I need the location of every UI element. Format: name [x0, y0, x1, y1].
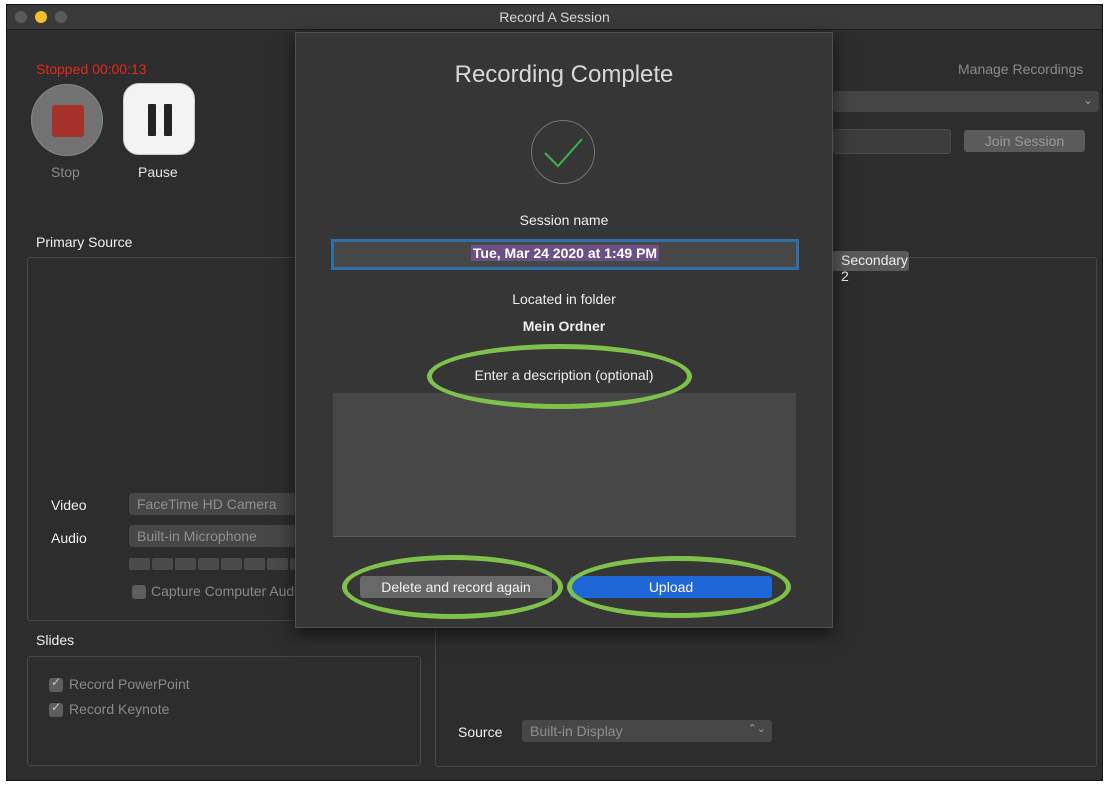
record-powerpoint-checkbox[interactable]: ✓ [49, 675, 63, 692]
record-powerpoint-label: Record PowerPoint [69, 676, 190, 692]
folder-name: Mein Ordner [522, 318, 606, 334]
timer-text: 00:00:13 [92, 61, 147, 77]
dialog-title: Recording Complete [454, 61, 674, 88]
pause-button[interactable] [123, 83, 195, 155]
status-text: Stopped [36, 61, 89, 77]
join-session-button[interactable]: Join Session [964, 130, 1085, 152]
stop-icon [52, 105, 84, 137]
record-keynote-checkbox[interactable]: ✓ [49, 700, 63, 717]
record-keynote-label: Record Keynote [69, 701, 170, 717]
video-select[interactable]: FaceTime HD Camera [129, 493, 309, 515]
audio-label: Audio [51, 530, 87, 546]
upload-button[interactable]: Upload [570, 576, 772, 598]
checkmark-icon: ✓ [51, 675, 62, 689]
capture-audio-checkbox[interactable] [132, 585, 146, 599]
folder-select[interactable]: ⌄ [833, 91, 1099, 112]
primary-source-heading: Primary Source [36, 234, 133, 250]
title-bar: Record A Session [7, 5, 1102, 30]
stop-label: Stop [51, 164, 80, 180]
manage-recordings-link[interactable]: Manage Recordings [958, 61, 1083, 77]
capture-audio-label: Capture Computer Audio [151, 583, 301, 599]
description-textarea[interactable] [333, 393, 796, 537]
video-label: Video [51, 497, 87, 513]
recording-status: Stopped 00:00:13 [36, 61, 147, 77]
success-check-icon [531, 120, 595, 184]
recording-complete-dialog: Recording Complete Session name Tue, Mar… [295, 32, 833, 628]
source-select[interactable]: Built-in Display ⌃⌄ [522, 720, 772, 742]
session-name-label: Session name [519, 212, 609, 228]
delete-and-record-again-button[interactable]: Delete and record again [360, 576, 552, 598]
slides-heading: Slides [36, 632, 75, 648]
checkmark-icon: ✓ [51, 700, 62, 714]
source-label: Source [458, 724, 503, 740]
session-id-input[interactable] [833, 129, 951, 154]
stop-button[interactable] [31, 84, 103, 156]
source-select-value: Built-in Display [530, 723, 623, 739]
window-title: Record A Session [499, 9, 610, 25]
chevron-down-icon: ⌄ [1082, 93, 1093, 107]
audio-select[interactable]: Built-in Microphone [129, 525, 309, 547]
folder-label: Located in folder [512, 291, 616, 307]
pause-label: Pause [138, 164, 178, 180]
updown-chevron-icon: ⌃⌄ [747, 723, 766, 735]
session-name-input[interactable]: Tue, Mar 24 2020 at 1:49 PM [331, 239, 799, 270]
tab-secondary-2[interactable]: Secondary 2 [827, 251, 909, 284]
session-name-value: Tue, Mar 24 2020 at 1:49 PM [470, 245, 660, 261]
description-label: Enter a description (optional) [474, 367, 654, 383]
